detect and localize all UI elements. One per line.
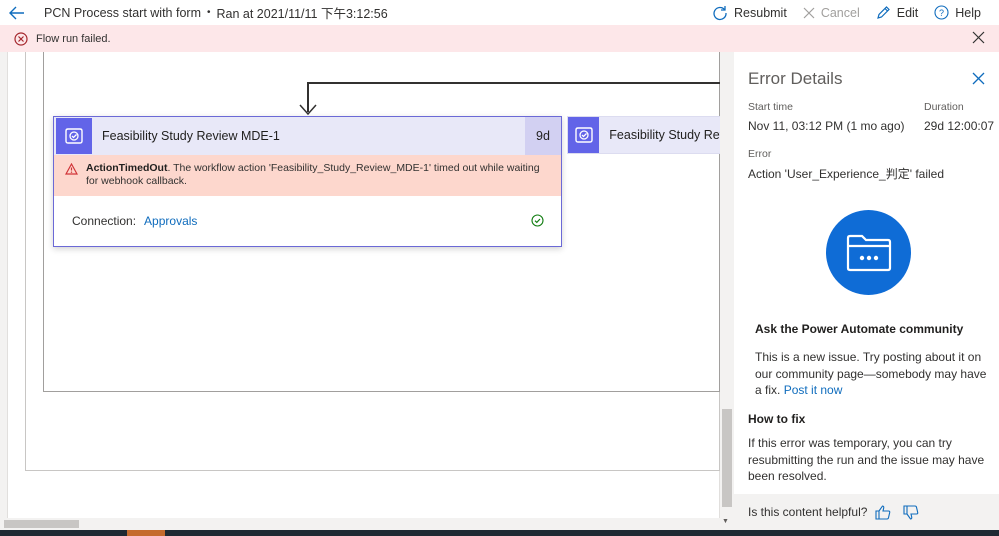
action-card[interactable]: Feasibility Study Review MDE-1 9d Action… xyxy=(53,116,562,247)
edit-button[interactable]: Edit xyxy=(876,5,919,20)
pencil-icon xyxy=(876,6,890,19)
duration-value: 29d 12:00:07 xyxy=(924,119,995,133)
back-button[interactable] xyxy=(0,2,34,24)
warning-icon xyxy=(65,163,78,175)
action-duration: 9d xyxy=(525,117,561,155)
resubmit-button[interactable]: Resubmit xyxy=(712,5,787,21)
duration-label: Duration xyxy=(924,101,964,113)
post-it-now-link[interactable]: Post it now xyxy=(784,383,843,397)
help-label: Help xyxy=(955,5,981,20)
title-separator: • xyxy=(206,7,211,18)
close-panel-icon[interactable] xyxy=(972,72,985,85)
flow-name: PCN Process start with form xyxy=(44,5,201,20)
community-folder-icon xyxy=(826,210,911,295)
feedback-bar: Is this content helpful? xyxy=(734,494,999,530)
how-to-fix-title: How to fix xyxy=(748,412,806,426)
error-banner: Flow run failed. xyxy=(0,25,999,52)
how-to-fix-text: If this error was temporary, you can try… xyxy=(748,436,985,483)
helpful-question: Is this content helpful? xyxy=(748,505,868,519)
action-title-2: Feasibility Study Rev xyxy=(609,128,720,142)
start-time-value: Nov 11, 03:12 PM (1 mo ago) xyxy=(748,119,905,133)
run-title: PCN Process start with form • Ran at 202… xyxy=(44,3,388,22)
error-value: Action 'User_Experience_判定' failed xyxy=(748,167,945,181)
connection-row: Connection: Approvals xyxy=(54,196,561,246)
help-icon: ? xyxy=(934,5,949,20)
community-text: This is a new issue. Try posting about i… xyxy=(755,349,995,399)
edit-label: Edit xyxy=(896,5,919,20)
cancel-label: Cancel xyxy=(820,5,860,20)
resubmit-label: Resubmit xyxy=(734,5,787,20)
action-title: Feasibility Study Review MDE-1 xyxy=(102,129,280,143)
taskbar-active-app[interactable] xyxy=(127,530,165,536)
scroll-down-arrow-icon[interactable]: ▼ xyxy=(722,518,729,525)
run-info: Ran at 2021/11/11 下午3:12:56 xyxy=(216,7,388,21)
success-check-icon xyxy=(531,214,544,227)
svg-text:?: ? xyxy=(939,8,944,18)
connector-line xyxy=(307,82,720,84)
action-card-2[interactable]: Feasibility Study Rev xyxy=(567,116,720,154)
arrow-down-icon xyxy=(299,104,317,116)
horizontal-scrollbar[interactable] xyxy=(0,518,720,530)
approvals-icon xyxy=(568,117,600,153)
approvals-icon xyxy=(56,118,92,154)
back-arrow-icon xyxy=(9,6,24,19)
command-bar: PCN Process start with form • Ran at 202… xyxy=(0,0,999,25)
action-card-header[interactable]: Feasibility Study Review MDE-1 9d xyxy=(54,117,561,155)
start-time-label: Start time xyxy=(748,101,793,113)
error-circle-icon xyxy=(14,31,28,46)
connection-label: Connection: xyxy=(72,214,137,228)
connection-link[interactable]: Approvals xyxy=(144,214,197,228)
cancel-button[interactable]: Cancel xyxy=(803,6,860,20)
horizontal-scroll-thumb[interactable] xyxy=(4,520,79,528)
os-taskbar xyxy=(0,530,999,536)
vertical-scroll-thumb[interactable] xyxy=(722,409,732,507)
community-title: Ask the Power Automate community xyxy=(755,322,964,336)
error-label: Error xyxy=(748,148,772,160)
resubmit-icon xyxy=(713,5,727,20)
error-code: ActionTimedOut xyxy=(86,162,168,174)
dismiss-banner-icon[interactable] xyxy=(972,31,985,44)
action-error-message: ActionTimedOut. The workflow action 'Fea… xyxy=(54,155,561,196)
thumbs-up-icon[interactable] xyxy=(875,504,891,520)
cancel-icon xyxy=(803,7,815,18)
error-details-panel: Error Details Start time Nov 11, 03:12 P… xyxy=(734,52,999,530)
banner-message: Flow run failed. xyxy=(36,32,111,45)
vertical-scrollbar[interactable]: ▼ xyxy=(720,52,734,530)
thumbs-down-icon[interactable] xyxy=(903,504,919,520)
help-button[interactable]: ? Help xyxy=(934,5,981,20)
panel-title: Error Details xyxy=(748,69,843,88)
flow-canvas[interactable]: Feasibility Study Review MDE-1 9d Action… xyxy=(0,52,720,518)
